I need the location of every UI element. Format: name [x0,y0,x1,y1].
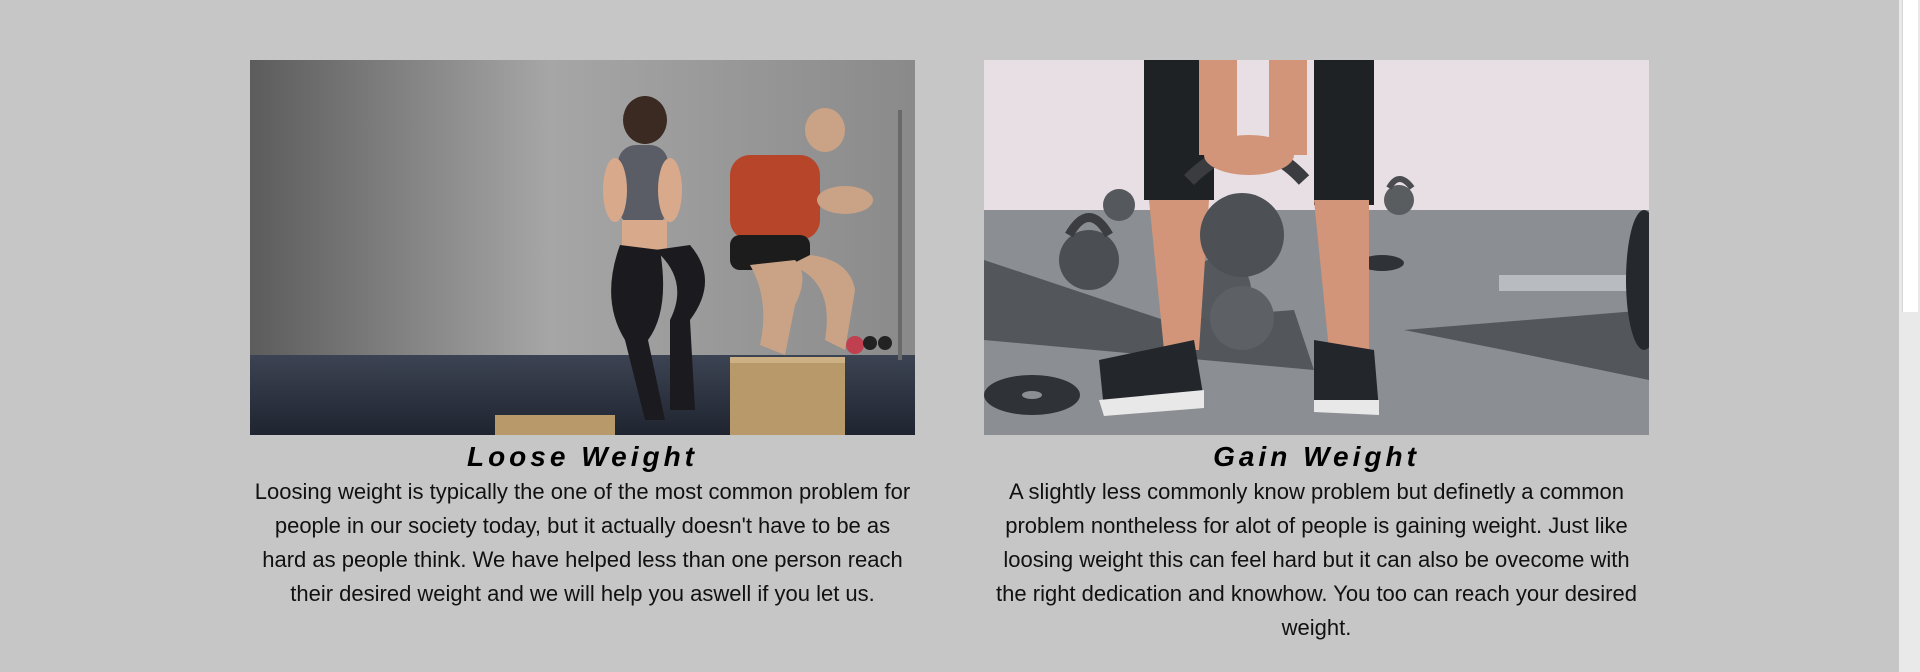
box-jump-illustration [250,60,915,435]
scrollbar-thumb[interactable] [1902,0,1918,312]
gain-weight-card: Gain Weight A slightly less commonly kno… [984,60,1649,645]
kettlebell-illustration [984,60,1649,435]
loose-weight-card: Loose Weight Loosing weight is typically… [250,60,915,611]
page: Loose Weight Loosing weight is typically… [0,0,1920,672]
box-jump-photo [250,60,915,435]
vertical-scrollbar[interactable] [1899,0,1920,672]
loose-weight-description: Loosing weight is typically the one of t… [254,479,911,606]
kettlebell-photo [984,60,1649,435]
gain-weight-title: Gain Weight [1213,441,1420,472]
gain-weight-description: A slightly less commonly know problem bu… [996,479,1637,640]
loose-weight-title: Loose Weight [466,441,699,472]
